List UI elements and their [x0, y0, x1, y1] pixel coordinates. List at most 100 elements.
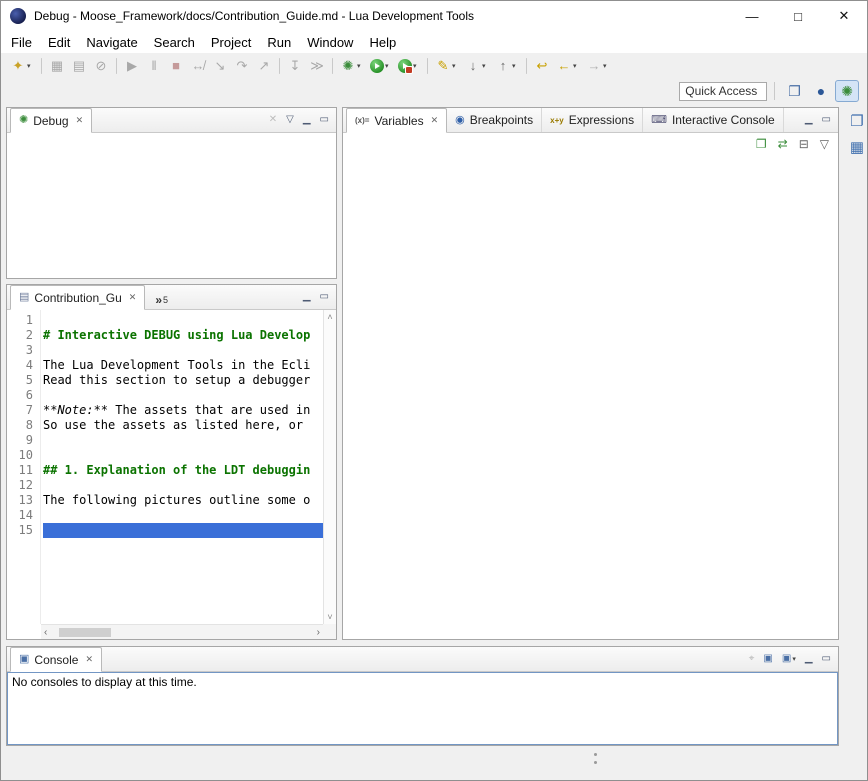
resize-handle[interactable]	[593, 752, 598, 766]
display-console-icon: ▣	[763, 653, 772, 664]
menu-run[interactable]: Run	[259, 33, 299, 52]
code-line[interactable]: 8 So use the assets as listed here, or	[7, 418, 323, 433]
close-tab-icon[interactable]: ✕	[85, 654, 93, 665]
scroll-left-icon[interactable]: ‹	[44, 627, 47, 638]
quick-access-input[interactable]	[679, 82, 767, 101]
close-tab-icon[interactable]: ✕	[76, 115, 84, 126]
minimize-view-button[interactable]: ▁	[805, 115, 813, 125]
collapse-all-button[interactable]: ⊟	[799, 138, 809, 150]
print-button[interactable]: ▤	[69, 57, 89, 75]
line-number: 7	[7, 403, 33, 418]
code-line[interactable]: 13 The following pictures outline some o	[7, 493, 323, 508]
code-line[interactable]: 2 # Interactive DEBUG using Lua Develop	[7, 328, 323, 343]
search-button[interactable]: ✎ ▾	[433, 57, 461, 75]
vertical-scrollbar[interactable]: ˄ ˅	[323, 310, 336, 624]
lua-perspective-button[interactable]: ●	[811, 80, 831, 102]
disconnect-button[interactable]: ↮	[188, 57, 208, 75]
restore-view-button[interactable]: ❐	[850, 114, 863, 130]
tab-console[interactable]: ▣ Console ✕	[10, 647, 102, 672]
outline-view-button[interactable]: ▦	[850, 140, 864, 156]
maximize-window-button[interactable]: □	[775, 1, 821, 31]
terminate-button[interactable]: ■	[166, 57, 186, 75]
code-line[interactable]: 10	[7, 448, 323, 463]
scroll-down-icon[interactable]: ˅	[327, 612, 332, 622]
horizontal-scrollbar[interactable]: ‹ ›	[41, 624, 323, 639]
code-line[interactable]: 12	[7, 478, 323, 493]
maximize-view-button[interactable]: ▭	[822, 654, 831, 664]
toolbar-separator	[774, 82, 775, 100]
menu-file[interactable]: File	[3, 33, 40, 52]
tab-variables[interactable]: (x)= Variables ✕	[346, 108, 447, 133]
maximize-view-button[interactable]: ▭	[320, 292, 329, 302]
code-line[interactable]: 3	[7, 343, 323, 358]
close-tab-icon[interactable]: ✕	[129, 292, 137, 303]
external-tools-button[interactable]: ▾	[396, 57, 422, 75]
close-tab-icon[interactable]: ✕	[431, 115, 439, 126]
scroll-right-icon[interactable]: ›	[317, 627, 320, 638]
view-menu-button[interactable]: ▽	[820, 138, 829, 150]
dropdown-arrow-icon: ▾	[603, 62, 610, 70]
step-return-button[interactable]: ↗	[254, 57, 274, 75]
run-button[interactable]: ▾	[368, 57, 394, 75]
menu-search[interactable]: Search	[146, 33, 203, 52]
forward-button[interactable]: → ▾	[584, 57, 612, 75]
menu-window[interactable]: Window	[299, 33, 361, 52]
minimize-window-button[interactable]: —	[729, 1, 775, 31]
drop-to-frame-button[interactable]: ↧	[285, 57, 305, 75]
menu-edit[interactable]: Edit	[40, 33, 78, 52]
step-filters-button[interactable]: ≫	[307, 57, 327, 75]
show-logical-structure-button[interactable]: ⇄	[778, 138, 788, 150]
close-window-button[interactable]: ✕	[821, 1, 867, 31]
back-button[interactable]: ← ▾	[554, 57, 582, 75]
display-console-button[interactable]: ▣	[763, 654, 772, 664]
debug-button[interactable]: ✺ ▾	[338, 57, 366, 75]
code-line[interactable]: 15	[7, 523, 323, 538]
tab-breakpoints[interactable]: ◉ Breakpoints	[447, 108, 542, 132]
step-over-button[interactable]: ↷	[232, 57, 252, 75]
tab-contribution-guide[interactable]: ▤ Contribution_Gu ✕	[10, 285, 145, 310]
code-line[interactable]: 1	[7, 313, 323, 328]
suspend-button[interactable]: ‖	[144, 57, 164, 75]
editor-content[interactable]: 1 2 # Interactive DEBUG using Lua Develo…	[7, 310, 336, 639]
code-line[interactable]: 11 ## 1. Explanation of the LDT debuggin	[7, 463, 323, 478]
code-line[interactable]: 5 Read this section to setup a debugger	[7, 373, 323, 388]
previous-annotation-button[interactable]: ↑ ▾	[493, 57, 521, 75]
tab-expressions[interactable]: x+y Expressions	[542, 108, 643, 132]
last-edit-location-button[interactable]: ↩	[532, 57, 552, 75]
code-line[interactable]: 14	[7, 508, 323, 523]
step-into-button[interactable]: ↘	[210, 57, 230, 75]
view-menu-button[interactable]: ▽	[286, 115, 294, 125]
code-line[interactable]: 7 **Note:** The assets that are used in	[7, 403, 323, 418]
editor-tabbar: ▤ Contribution_Gu ✕ » 5 ▁ ▭	[7, 285, 336, 310]
new-button[interactable]: ✦ ▾	[8, 57, 36, 75]
open-console-button[interactable]: ▣▾	[782, 654, 796, 665]
menu-project[interactable]: Project	[203, 33, 259, 52]
code-area[interactable]: 1 2 # Interactive DEBUG using Lua Develo…	[7, 310, 323, 624]
save-button[interactable]: ▦	[47, 57, 67, 75]
step-into-icon: ↘	[212, 59, 228, 73]
remove-terminated-button[interactable]: ✕	[269, 115, 277, 125]
resume-button[interactable]: ▶	[122, 57, 142, 75]
maximize-view-button[interactable]: ▭	[320, 115, 329, 125]
debug-perspective-button[interactable]: ✺	[835, 80, 859, 102]
tab-interactive-console[interactable]: ⌨ Interactive Console	[643, 108, 784, 132]
menu-help[interactable]: Help	[361, 33, 404, 52]
show-type-names-button[interactable]: ❐	[756, 138, 767, 150]
pin-console-button[interactable]: ⌖	[749, 654, 755, 664]
code-line[interactable]: 4 The Lua Development Tools in the Ecli	[7, 358, 323, 373]
scrollbar-thumb[interactable]	[59, 628, 111, 637]
minimize-view-button[interactable]: ▁	[303, 115, 311, 125]
hidden-editors-indicator[interactable]: » 5	[145, 285, 176, 309]
skip-breakpoints-button[interactable]: ⊘	[91, 57, 111, 75]
code-line[interactable]: 9	[7, 433, 323, 448]
code-line[interactable]: 6	[7, 388, 323, 403]
open-perspective-button[interactable]: ❐	[782, 80, 807, 102]
next-annotation-button[interactable]: ↓ ▾	[463, 57, 491, 75]
tab-debug[interactable]: ✺ Debug ✕	[10, 108, 92, 133]
menu-navigate[interactable]: Navigate	[78, 33, 145, 52]
maximize-view-button[interactable]: ▭	[822, 115, 831, 125]
line-number: 1	[7, 313, 33, 328]
minimize-view-button[interactable]: ▁	[303, 292, 311, 302]
scroll-up-icon[interactable]: ˄	[327, 312, 332, 322]
minimize-view-button[interactable]: ▁	[805, 654, 813, 664]
